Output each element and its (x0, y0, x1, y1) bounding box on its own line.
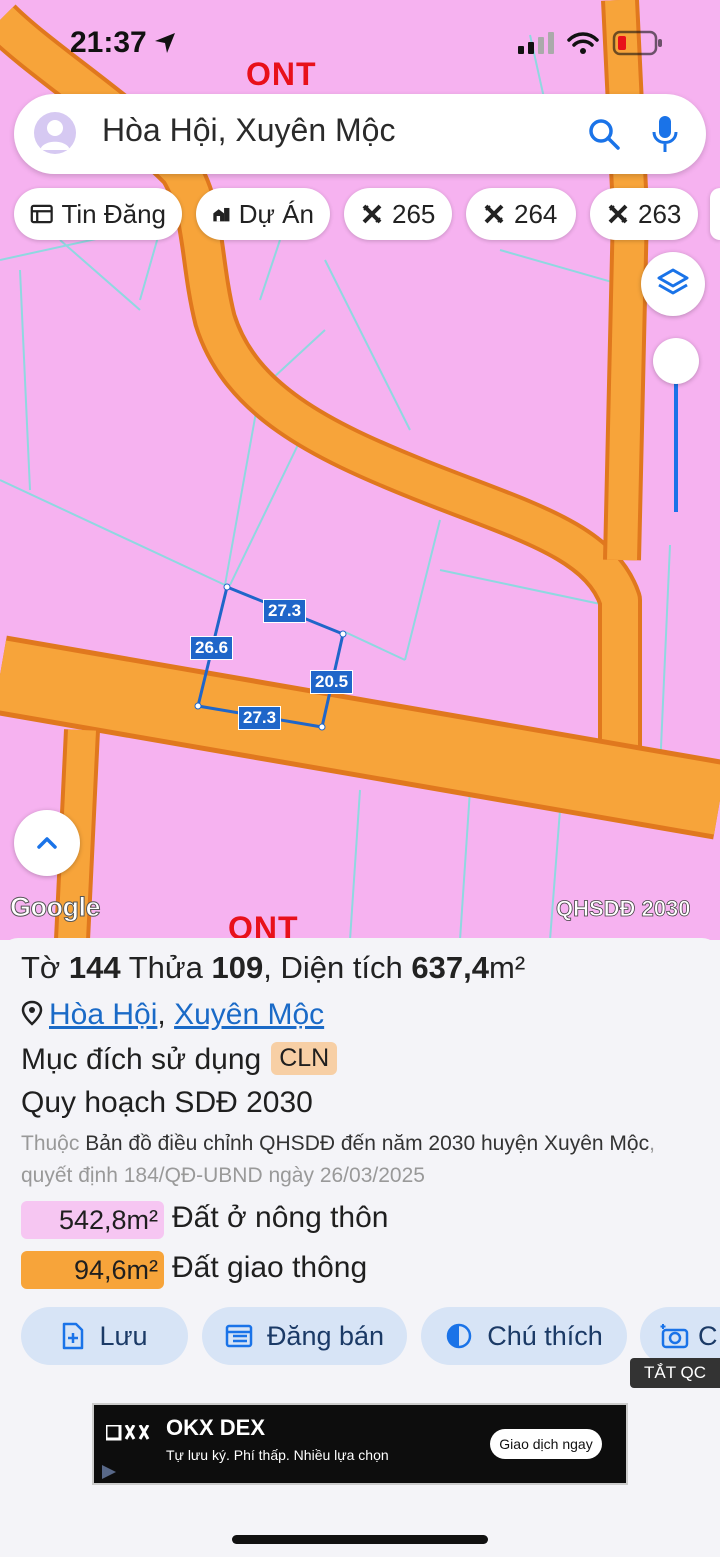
zone-area-traffic: 94,6m² (21, 1251, 164, 1289)
chip-sheet-263[interactable]: 263 (590, 188, 698, 240)
dimension-right: 20.5 (310, 670, 354, 694)
search-bar[interactable]: Hòa Hội, Xuyên Mộc (14, 94, 706, 174)
zone-label-residential: Đất ở nông thôn (172, 1201, 389, 1234)
camera-icon (660, 1324, 689, 1349)
search-icon[interactable] (586, 116, 622, 152)
parcel-title: Tờ 144 Thửa 109, Diện tích 637,4m² (21, 950, 526, 985)
chip-sheet-264[interactable]: 264 (466, 188, 576, 240)
expand-sheet-button[interactable] (14, 810, 80, 876)
chevron-up-icon (37, 837, 57, 849)
chip-news[interactable]: Tin Đăng (14, 188, 182, 240)
post-icon (225, 1324, 253, 1348)
home-indicator (232, 1535, 488, 1544)
chip-sheet-263-label: 263 (638, 198, 682, 229)
map-layer-label: QHSDĐ 2030 (556, 896, 691, 922)
layers-icon (657, 268, 689, 295)
ad-play-icon (102, 1465, 116, 1479)
zoom-slider-handle[interactable] (653, 338, 699, 384)
building-icon (213, 207, 230, 222)
dimension-top: 27.3 (263, 599, 307, 623)
okx-logo-icon (106, 1425, 150, 1441)
hide-ads-button[interactable]: TẮT QC (630, 1358, 720, 1388)
chip-sheet-264-label: 264 (514, 198, 558, 229)
zone-label-bottom: ONT (228, 910, 299, 940)
legend-button[interactable]: Chú thích (421, 1307, 627, 1365)
chip-projects[interactable]: Dự Án (196, 188, 330, 240)
map-tile-icon (362, 204, 382, 224)
dimension-left: 26.6 (190, 636, 234, 660)
chip-sheet-265-label: 265 (392, 198, 436, 229)
location-pin-icon (21, 1000, 43, 1026)
zone-area-residential: 542,8m² (21, 1201, 164, 1239)
google-logo: Google (10, 892, 102, 923)
cellular-signal-icon (518, 32, 554, 54)
land-use-code-badge: CLN (271, 1042, 338, 1075)
parcel-location: Hòa Hội, Xuyên Mộc (21, 998, 324, 1032)
ad-tagline: Tự lưu ký. Phí thấp. Nhiều lựa chọn (166, 1447, 389, 1463)
district-link[interactable]: Xuyên Mộc (174, 998, 324, 1031)
news-icon (30, 204, 53, 224)
land-use-purpose: Mục đích sử dụng CLN (21, 1042, 338, 1077)
dimension-bottom: 27.3 (238, 706, 282, 730)
ad-brand: OKX DEX (166, 1415, 266, 1440)
map-tile-icon (484, 204, 504, 224)
plan-source: Thuộc Bản đồ điều chỉnh QHSDĐ đến năm 20… (21, 1132, 655, 1187)
chip-sheet-265[interactable]: 265 (344, 188, 452, 240)
map-tile-icon (608, 204, 628, 224)
commune-link[interactable]: Hòa Hội (49, 998, 157, 1031)
wifi-icon (567, 32, 599, 54)
avatar[interactable] (34, 112, 76, 154)
chip-news-label: Tin Đăng (61, 198, 166, 229)
status-bar: 21:37 (0, 0, 720, 86)
zone-label-traffic: Đất giao thông (172, 1251, 368, 1284)
legend-icon (446, 1323, 472, 1349)
camera-button[interactable]: C (640, 1307, 720, 1365)
post-for-sale-button[interactable]: Đăng bán (202, 1307, 407, 1365)
location-arrow-icon (155, 33, 175, 53)
chip-more[interactable] (710, 188, 720, 240)
battery-low-icon (612, 30, 662, 56)
save-button[interactable]: Lưu (21, 1307, 188, 1365)
ad-cta-button[interactable]: Giao dịch ngay (490, 1429, 602, 1459)
zoom-slider-track[interactable] (674, 362, 678, 512)
plan-title: Quy hoạch SDĐ 2030 (21, 1086, 313, 1119)
user-avatar-icon (40, 120, 70, 150)
chip-projects-label: Dự Án (238, 198, 314, 229)
layers-button[interactable] (641, 252, 705, 316)
search-input[interactable]: Hòa Hội, Xuyên Mộc (102, 112, 395, 149)
status-time: 21:37 (70, 26, 147, 59)
ad-banner[interactable]: OKX DEX Tự lưu ký. Phí thấp. Nhiều lựa c… (92, 1403, 628, 1485)
microphone-icon[interactable] (650, 114, 680, 154)
save-icon (63, 1322, 84, 1350)
